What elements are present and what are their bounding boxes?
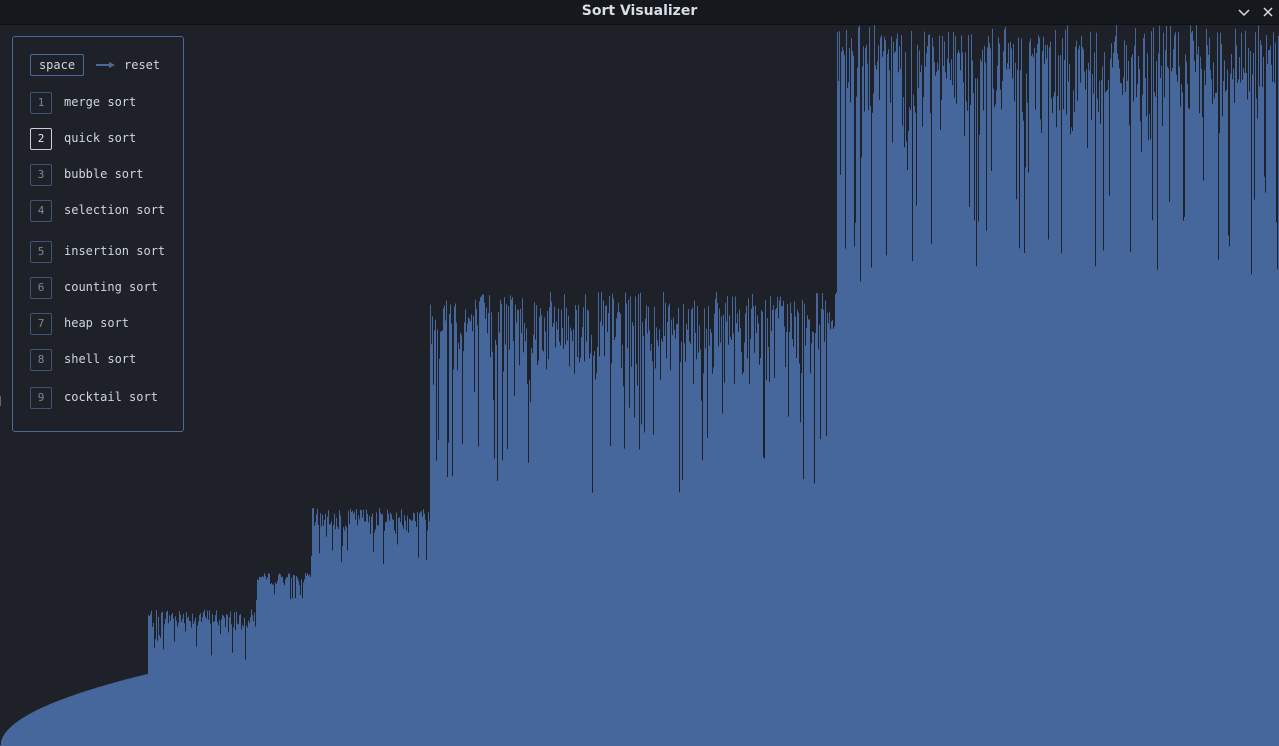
key-4: 4 <box>30 200 52 222</box>
sort-option-label: quick sort <box>64 131 137 145</box>
key-8: 8 <box>30 349 52 371</box>
key-9: 9 <box>30 387 52 409</box>
reset-label: reset <box>124 58 161 72</box>
sort-option-label: merge sort <box>64 95 137 109</box>
sort-option-label: counting sort <box>64 280 158 294</box>
arrow-right-icon <box>96 62 115 68</box>
sort-option-label: heap sort <box>64 316 130 330</box>
sort-option-selection-sort[interactable]: 4 selection sort <box>30 200 180 224</box>
sort-option-label: shell sort <box>64 352 137 366</box>
sort-option-merge-sort[interactable]: 1 merge sort <box>30 92 180 116</box>
key-5: 5 <box>30 241 52 263</box>
sort-option-quick-sort[interactable]: 2 quick sort <box>30 128 180 152</box>
sort-option-label: cocktail sort <box>64 390 158 404</box>
key-6: 6 <box>30 277 52 299</box>
sort-option-counting-sort[interactable]: 6 counting sort <box>30 277 180 301</box>
sort-option-heap-sort[interactable]: 7 heap sort <box>30 313 180 337</box>
sort-option-label: insertion sort <box>64 244 166 258</box>
key-7: 7 <box>30 313 52 335</box>
sort-visualization <box>0 25 1279 746</box>
sort-option-shell-sort[interactable]: 8 shell sort <box>30 349 180 373</box>
close-icon[interactable] <box>1260 4 1276 20</box>
value-bars <box>0 25 1279 746</box>
sort-option-label: bubble sort <box>64 167 144 181</box>
key-2: 2 <box>30 128 52 150</box>
edge-marker <box>0 396 4 406</box>
sort-option-cocktail-sort[interactable]: 9 cocktail sort <box>30 387 180 411</box>
key-1: 1 <box>30 92 52 114</box>
chevron-down-icon[interactable] <box>1236 4 1252 20</box>
sort-option-bubble-sort[interactable]: 3 bubble sort <box>30 164 180 188</box>
sort-option-insertion-sort[interactable]: 5 insertion sort <box>30 241 180 265</box>
window-title: Sort Visualizer <box>581 3 698 19</box>
keybinding-legend: space reset 1 merge sort 2 quick sort 3 bubbl… <box>12 36 184 432</box>
key-3: 3 <box>30 164 52 186</box>
sort-option-label: selection sort <box>64 203 166 217</box>
space-key[interactable]: space <box>30 54 84 76</box>
title-bar: Sort Visualizer <box>0 0 1279 25</box>
